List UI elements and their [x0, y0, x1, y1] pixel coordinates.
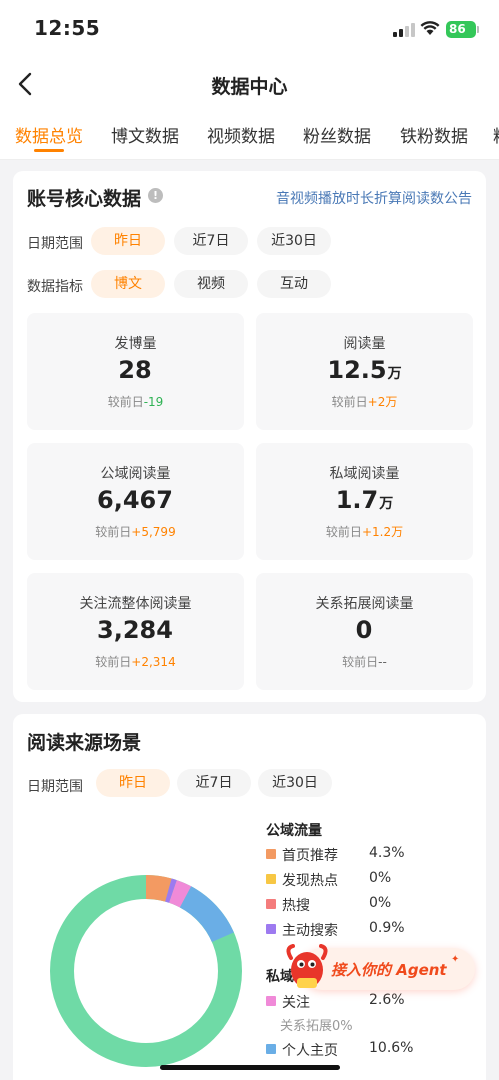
- core-data-card: 账号核心数据 ! 音视频播放时长折算阅读数公告 日期范围 昨日 近7日 近30日…: [13, 171, 486, 702]
- nav-bar: 数据中心: [0, 60, 499, 112]
- legend-swatch: [266, 899, 276, 909]
- wifi-icon: [420, 21, 440, 35]
- public-traffic-title: 公域流量: [266, 823, 322, 839]
- stat-read-count[interactable]: 阅读量 12.5万 较前日+2万: [256, 313, 473, 430]
- stat-private-reads[interactable]: 私域阅读量 1.7万 较前日+1.2万: [256, 443, 473, 560]
- read-source-title: 阅读来源场景: [27, 732, 142, 754]
- date-option-7days[interactable]: 近7日: [174, 227, 248, 255]
- tab-bar: 数据总览 博文数据 视频数据 粉丝数据 铁粉数据 粉: [0, 112, 499, 160]
- stat-compare: 较前日--: [342, 655, 387, 669]
- stat-relation-reads[interactable]: 关系拓展阅读量 0 较前日--: [256, 573, 473, 690]
- agent-floating-button[interactable]: 接入你的 Agent ✦: [283, 940, 475, 996]
- stat-value: 6,467: [97, 486, 173, 514]
- agent-label: 接入你的 Agent: [331, 961, 447, 979]
- stat-label: 关系拓展阅读量: [315, 596, 414, 612]
- battery-indicator: 86: [446, 21, 479, 38]
- legend-swatch: [266, 874, 276, 884]
- metric-option-interaction[interactable]: 互动: [257, 270, 331, 298]
- info-icon[interactable]: !: [148, 188, 163, 203]
- date-option-30days[interactable]: 近30日: [257, 227, 331, 255]
- page-title: 数据中心: [211, 76, 288, 98]
- tab-iron-fans[interactable]: 铁粉数据: [400, 122, 468, 147]
- source-date-yesterday[interactable]: 昨日: [96, 769, 170, 797]
- metric-option-posts[interactable]: 博文: [91, 270, 165, 298]
- stat-label: 公域阅读量: [100, 466, 171, 482]
- status-time: 12:55: [34, 16, 101, 40]
- stat-label: 私域阅读量: [329, 466, 400, 482]
- source-date-30days[interactable]: 近30日: [258, 769, 332, 797]
- sparkle-icon: ✦: [451, 954, 460, 965]
- relation-expand-note: 关系拓展0%: [280, 1019, 353, 1034]
- source-date-7days[interactable]: 近7日: [177, 769, 251, 797]
- stat-value: 12.5万: [327, 356, 402, 384]
- legend-swatch: [266, 996, 276, 1006]
- stat-compare: 较前日+2,314: [95, 655, 176, 669]
- stat-compare: 较前日+2万: [331, 395, 398, 409]
- date-range-label: 日期范围: [27, 236, 83, 252]
- stat-label: 发博量: [114, 336, 157, 352]
- stat-value: 28: [118, 356, 152, 384]
- stat-compare: 较前日+5,799: [95, 525, 176, 539]
- status-bar: 12:55 86: [0, 0, 499, 60]
- home-indicator: [160, 1065, 340, 1070]
- tab-posts[interactable]: 博文数据: [111, 122, 179, 147]
- core-data-title: 账号核心数据: [27, 188, 142, 210]
- mascot-icon: [286, 944, 328, 988]
- tab-fans[interactable]: 粉丝数据: [303, 122, 371, 147]
- stat-value: 3,284: [97, 616, 173, 644]
- stat-follow-feed-reads[interactable]: 关注流整体阅读量 3,284 较前日+2,314: [27, 573, 244, 690]
- metric-label: 数据指标: [27, 279, 83, 295]
- read-source-donut-chart: [50, 875, 242, 1067]
- stat-value: 0: [355, 616, 373, 644]
- legend-swatch: [266, 1044, 276, 1054]
- notice-link[interactable]: 音视频播放时长折算阅读数公告: [276, 188, 472, 208]
- date-option-yesterday[interactable]: 昨日: [91, 227, 165, 255]
- tab-overview[interactable]: 数据总览: [15, 122, 83, 147]
- stat-post-count[interactable]: 发博量 28 较前日-19: [27, 313, 244, 430]
- stat-label: 阅读量: [343, 336, 386, 352]
- stat-compare: 较前日+1.2万: [325, 525, 404, 539]
- stat-compare: 较前日-19: [107, 395, 164, 409]
- active-tab-indicator: [34, 149, 64, 152]
- signal-icon: [393, 23, 417, 37]
- source-date-label: 日期范围: [27, 779, 83, 795]
- tab-videos[interactable]: 视频数据: [207, 122, 275, 147]
- stat-public-reads[interactable]: 公域阅读量 6,467 较前日+5,799: [27, 443, 244, 560]
- tab-overflow[interactable]: 粉: [493, 122, 499, 147]
- stat-label: 关注流整体阅读量: [79, 596, 192, 612]
- legend-swatch: [266, 849, 276, 859]
- legend-swatch: [266, 924, 276, 934]
- metric-option-video[interactable]: 视频: [174, 270, 248, 298]
- stat-value: 1.7万: [335, 486, 394, 514]
